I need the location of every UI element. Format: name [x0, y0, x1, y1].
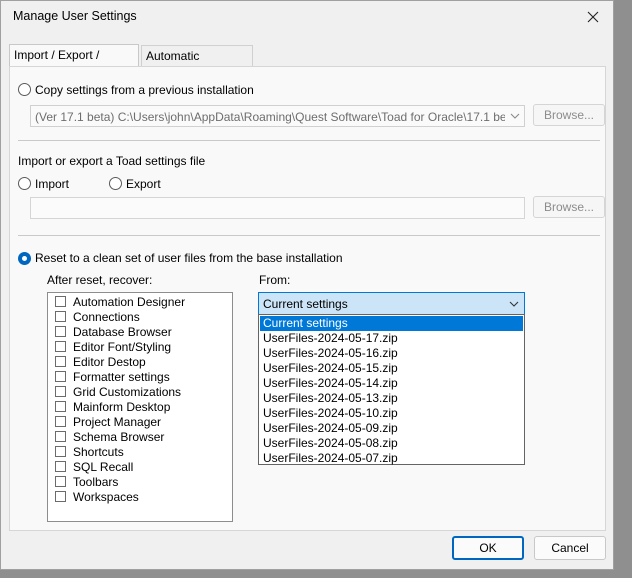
- window-title: Manage User Settings: [13, 9, 137, 23]
- list-item-label: Shortcuts: [73, 445, 124, 459]
- checkbox[interactable]: [55, 491, 66, 502]
- reset-radio[interactable]: [18, 252, 31, 265]
- dropdown-option[interactable]: UserFiles-2024-05-07.zip: [260, 451, 523, 466]
- list-item-label: Formatter settings: [73, 370, 170, 384]
- checkbox[interactable]: [55, 476, 66, 487]
- close-icon: [587, 11, 599, 23]
- checkbox[interactable]: [55, 296, 66, 307]
- export-label: Export: [126, 177, 161, 191]
- reset-label: Reset to a clean set of user files from …: [35, 251, 343, 265]
- settings-file-heading: Import or export a Toad settings file: [18, 154, 206, 168]
- cancel-button[interactable]: Cancel: [534, 536, 606, 560]
- list-item-label: Grid Customizations: [73, 385, 182, 399]
- title-bar: Manage User Settings: [1, 1, 613, 33]
- list-item[interactable]: Mainform Desktop: [55, 400, 170, 415]
- dropdown-option[interactable]: UserFiles-2024-05-10.zip: [260, 406, 523, 421]
- list-item[interactable]: Database Browser: [55, 325, 172, 340]
- list-item-label: Toolbars: [73, 475, 119, 489]
- list-item[interactable]: Schema Browser: [55, 430, 164, 445]
- list-item[interactable]: Automation Designer: [55, 295, 185, 310]
- from-dropdown-list: Current settings UserFiles-2024-05-17.zi…: [258, 314, 525, 465]
- export-radio[interactable]: [109, 177, 122, 190]
- checkbox[interactable]: [55, 446, 66, 457]
- ok-button[interactable]: OK: [452, 536, 524, 560]
- list-item[interactable]: Project Manager: [55, 415, 161, 430]
- list-item[interactable]: Connections: [55, 310, 140, 325]
- list-item[interactable]: Workspaces: [55, 490, 139, 505]
- dropdown-option[interactable]: UserFiles-2024-05-13.zip: [260, 391, 523, 406]
- settings-file-path-input[interactable]: [30, 197, 525, 219]
- from-selected-value: Current settings: [263, 297, 348, 311]
- list-item[interactable]: Toolbars: [55, 475, 118, 490]
- list-item-label: Database Browser: [73, 325, 172, 339]
- close-button[interactable]: [579, 5, 607, 29]
- list-item[interactable]: Formatter settings: [55, 370, 170, 385]
- recover-label: After reset, recover:: [47, 273, 153, 287]
- dropdown-option[interactable]: UserFiles-2024-05-15.zip: [260, 361, 523, 376]
- list-item-label: Mainform Desktop: [73, 400, 171, 414]
- list-item-label: Editor Font/Styling: [73, 340, 172, 354]
- list-item-label: Connections: [73, 310, 140, 324]
- checkbox[interactable]: [55, 341, 66, 352]
- import-label: Import: [35, 177, 70, 191]
- separator: [18, 140, 600, 141]
- dropdown-option[interactable]: UserFiles-2024-05-08.zip: [260, 436, 523, 451]
- from-label: From:: [259, 273, 291, 287]
- checkbox[interactable]: [55, 461, 66, 472]
- file-browse-button[interactable]: Browse...: [533, 196, 605, 218]
- tab-import-export-reset[interactable]: Import / Export / Reset: [9, 44, 139, 83]
- recover-checklist: Automation Designer Connections Database…: [47, 292, 233, 522]
- installation-select[interactable]: (Ver 17.1 beta) C:\Users\john\AppData\Ro…: [30, 105, 525, 127]
- copy-settings-label: Copy settings from a previous installati…: [35, 83, 254, 97]
- checkbox[interactable]: [55, 431, 66, 442]
- list-item[interactable]: SQL Recall: [55, 460, 133, 475]
- list-item-label: Project Manager: [73, 415, 162, 429]
- dropdown-option[interactable]: Current settings: [260, 316, 523, 331]
- list-item-label: Workspaces: [73, 490, 139, 504]
- installation-value: (Ver 17.1 beta) C:\Users\john\AppData\Ro…: [35, 110, 505, 124]
- separator: [18, 235, 600, 236]
- from-select[interactable]: Current settings: [258, 292, 525, 315]
- checkbox[interactable]: [55, 311, 66, 322]
- dropdown-option[interactable]: UserFiles-2024-05-17.zip: [260, 331, 523, 346]
- list-item-label: Editor Destop: [73, 355, 146, 369]
- chevron-down-icon: [509, 301, 519, 307]
- tab-automatic-backups[interactable]: Automatic Backups: [141, 45, 253, 84]
- dropdown-option[interactable]: UserFiles-2024-05-16.zip: [260, 346, 523, 361]
- dropdown-option[interactable]: UserFiles-2024-05-14.zip: [260, 376, 523, 391]
- list-item-label: Automation Designer: [73, 295, 186, 309]
- list-item[interactable]: Editor Font/Styling: [55, 340, 171, 355]
- checkbox[interactable]: [55, 401, 66, 412]
- checkbox[interactable]: [55, 371, 66, 382]
- tab-panel: Copy settings from a previous installati…: [9, 66, 606, 531]
- dropdown-option[interactable]: UserFiles-2024-05-09.zip: [260, 421, 523, 436]
- checkbox[interactable]: [55, 356, 66, 367]
- import-radio[interactable]: [18, 177, 31, 190]
- list-item[interactable]: Grid Customizations: [55, 385, 181, 400]
- manage-user-settings-dialog: Manage User Settings Import / Export / R…: [0, 0, 614, 570]
- list-item-label: Schema Browser: [73, 430, 165, 444]
- copy-browse-button[interactable]: Browse...: [533, 104, 605, 126]
- copy-settings-radio[interactable]: [18, 83, 31, 96]
- list-item-label: SQL Recall: [73, 460, 134, 474]
- chevron-down-icon: [510, 113, 520, 119]
- list-item[interactable]: Editor Destop: [55, 355, 146, 370]
- checkbox[interactable]: [55, 326, 66, 337]
- checkbox[interactable]: [55, 386, 66, 397]
- list-item[interactable]: Shortcuts: [55, 445, 124, 460]
- checkbox[interactable]: [55, 416, 66, 427]
